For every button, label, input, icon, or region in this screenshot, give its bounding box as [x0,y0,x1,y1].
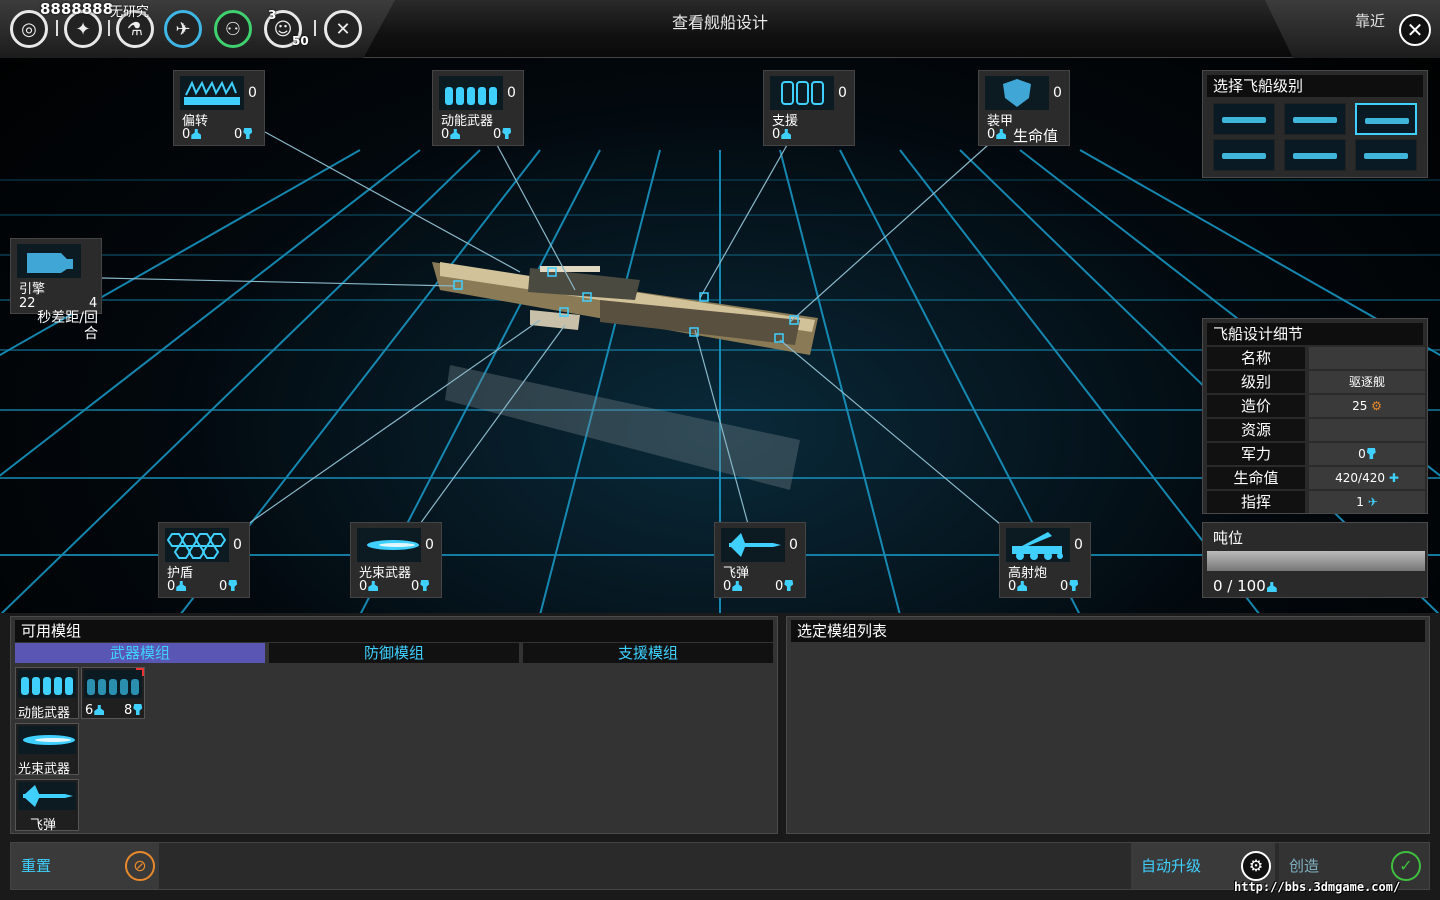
module-missile[interactable]: 飞弹 [15,779,79,833]
tonnage-value: 0 / 100 [1213,577,1266,595]
module-kinetic[interactable]: 动能武器 [15,667,79,721]
top-bar: ◎ ✦ ⚗ ✈ ⚇ ☺ ✕ 8888888 无研究 3 50 查看舰船设计 靠近… [0,0,1440,58]
crew-icon [781,129,792,139]
kinetic-weapon-icon [84,670,142,698]
crew-icon [732,581,743,591]
kinetic-weapon-icon [439,76,503,110]
slot-shield[interactable]: 0 护盾 0 0 [158,522,250,598]
crew-icon [450,129,461,139]
slot-missile[interactable]: 0 飞弹 0 0 [714,522,806,598]
ship-name-input[interactable] [1309,347,1425,369]
health-plus-icon: ✚ [1388,471,1399,485]
leader-lines [101,131,1001,525]
zoom-in-button[interactable]: 靠近 [1355,10,1385,31]
watermark: http://bbs.3dmgame.com/ [1234,880,1401,894]
beam-weapon-icon [18,726,76,754]
hero-count-badge: 50 [292,34,309,48]
power-icon [228,580,238,591]
module-kinetic-upgrade[interactable]: 6 8 [81,667,145,719]
tonnage-panel: 吨位 0 / 100 [1202,522,1428,598]
tonnage-progress-bar [1207,551,1425,571]
action-bar: 重置 ⊘ 自动升级 ⚙ 创造 ✓ [10,842,1430,890]
slot-beam[interactable]: 0 光束武器 0 0 [350,522,442,598]
crew-icon [94,705,105,715]
class-panel-title: 选择飞船级别 [1207,75,1423,97]
power-icon [502,128,512,139]
power-icon [1069,580,1079,591]
reset-button[interactable]: 重置 ⊘ [11,843,159,889]
selected-modules-title: 选定模组列表 [791,620,1425,642]
class-option-3[interactable] [1355,103,1417,135]
gear-icon: ⚙ [1241,851,1271,881]
class-option-6[interactable] [1355,139,1417,171]
ship-reflection [445,365,800,490]
detail-row-cost: 造价 25 ⚙ [1207,395,1425,417]
deflector-icon [180,76,244,110]
engine-icon [17,244,81,278]
support-icon [770,76,834,110]
flak-cannon-icon [1006,528,1070,562]
crew-icon [996,129,1007,139]
gear-icon: ⚙ [1371,399,1382,413]
power-icon [784,580,794,591]
detail-row-hp: 生命值 420/420 ✚ [1207,467,1425,489]
power-icon [243,128,253,139]
power-icon [133,704,143,715]
slot-engine[interactable]: 引擎 22 4 [10,238,102,314]
checkmark-icon: ✓ [1391,851,1421,881]
crew-icon [176,581,187,591]
available-modules-panel: 可用模组 武器模组 防御模组 支援模组 动能武器 6 8 光束武器 飞弹 [10,616,778,834]
tab-support[interactable]: 支援模组 [523,643,773,663]
crew-icon [1266,582,1277,592]
missile-icon [721,528,785,562]
class-option-1[interactable] [1213,103,1275,135]
page-title: 查看舰船设计 [671,13,768,32]
slot-kinetic[interactable]: 0 动能武器 0 0 [432,70,524,146]
tab-weapons[interactable]: 武器模组 [15,643,265,663]
available-modules-title: 可用模组 [15,620,773,642]
module-beam[interactable]: 光束武器 [15,723,79,777]
shield-icon [165,528,229,562]
slot-flak[interactable]: 0 高射炮 0 0 [999,522,1091,598]
crew-icon [1017,581,1028,591]
slot-support[interactable]: 0 支援 0 [763,70,855,146]
missile-icon [18,782,76,810]
detail-row-military: 军力 0 [1207,443,1425,465]
command-icon: ✈ [1367,495,1378,509]
ship-model [432,262,818,355]
class-option-2[interactable] [1284,103,1346,135]
reset-icon: ⊘ [125,851,155,881]
selected-modules-panel: 选定模组列表 [786,616,1430,834]
close-button[interactable]: ✕ [1399,14,1431,46]
detail-row-name: 名称 [1207,347,1425,369]
tonnage-title: 吨位 [1213,529,1244,547]
slot-armor[interactable]: 0 装甲 0 生命值 [978,70,1070,146]
details-title: 飞船设计细节 [1207,323,1423,345]
detail-row-resources: 资源 [1207,419,1425,441]
kinetic-weapon-icon [18,670,76,698]
class-option-4[interactable] [1213,139,1275,171]
design-details-panel: 飞船设计细节 名称 级别 驱逐舰 造价 25 ⚙ 资源 军力 0 生命值 420… [1202,318,1428,514]
detail-row-command: 指挥 1 ✈ [1207,491,1425,513]
crew-icon [191,129,202,139]
tab-defense[interactable]: 防御模组 [269,643,519,663]
detail-row-class: 级别 驱逐舰 [1207,371,1425,393]
crew-icon [368,581,379,591]
ship-class-panel: 选择飞船级别 [1202,70,1428,178]
power-icon [420,580,430,591]
power-icon [1366,448,1376,459]
slot-deflector[interactable]: 0 偏转 0 0 [173,70,265,146]
armor-icon [985,76,1049,110]
beam-weapon-icon [357,528,421,562]
engine-unit: 秒差距/回合 [37,310,98,342]
class-option-5[interactable] [1284,139,1346,171]
